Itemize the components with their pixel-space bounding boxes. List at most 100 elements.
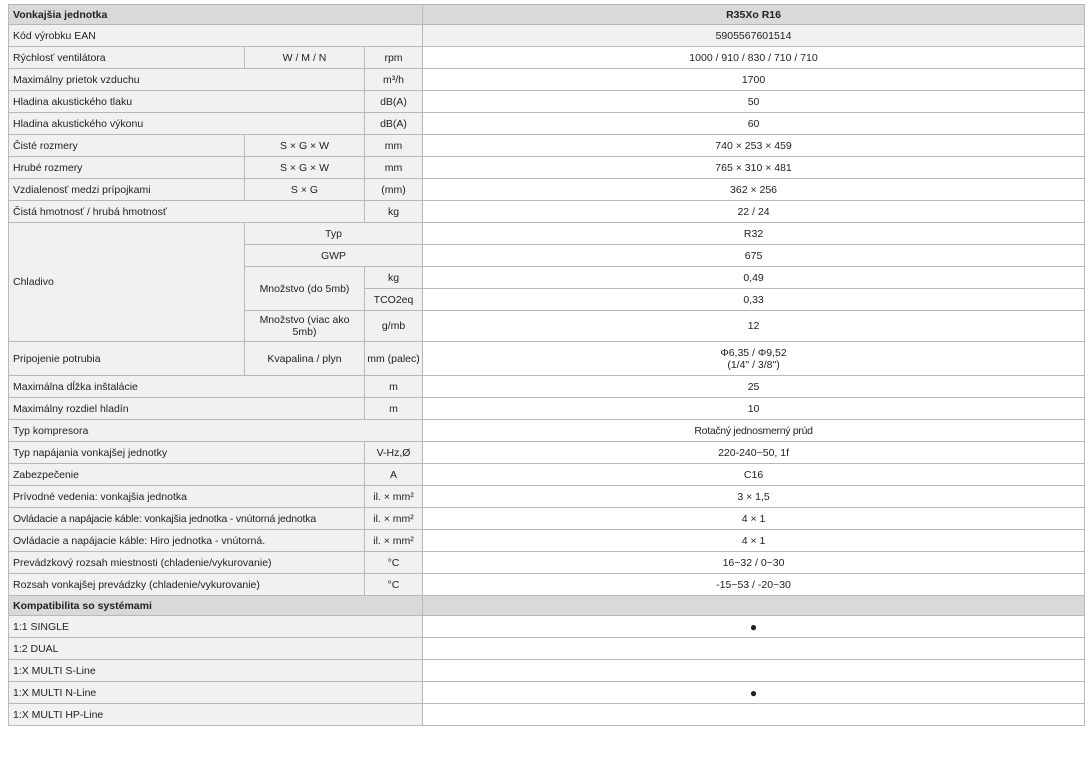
row-label: Rýchlosť ventilátora (8, 46, 245, 69)
refrigerant-qty-tco-unit: TCO2eq (363, 288, 424, 311)
row-unit: m (363, 397, 424, 420)
table-row: 1:X MULTI HP-Line (7, 703, 1086, 726)
row-label: Hladina akustického tlaku (8, 90, 365, 113)
row-sub: S × G × W (244, 134, 365, 157)
spec-table: Vonkajšia jednotka R35Xo R16 Kód výrobku… (7, 4, 1086, 726)
table-row: Ovládacie a napájacie káble: Hiro jednot… (8, 529, 1086, 552)
table-row: Chladivo Typ R32 (8, 222, 1086, 342)
row-label: Zabezpečenie (8, 463, 365, 486)
row-sub: Kvapalina / plyn (244, 341, 365, 376)
row-label: Pripojenie potrubia (8, 341, 245, 376)
refrigerant-type-value: R32 (422, 222, 1086, 245)
row-value: 4 × 1 (422, 507, 1086, 530)
row-value: 10 (422, 397, 1086, 420)
row-value: 740 × 253 × 459 (422, 134, 1086, 157)
row-label: Typ napájania vonkajšej jednotky (8, 441, 365, 464)
table-row: 1:X MULTI S-Line (7, 659, 1086, 682)
row-sub: S × G × W (244, 156, 365, 179)
compat-bullet (422, 703, 1086, 726)
table-row: 1:X MULTI N-Line ● (7, 681, 1086, 704)
refrigerant-gwp-label: GWP (243, 244, 424, 267)
compat-label: 1:X MULTI N-Line (7, 681, 424, 704)
row-label: Kód výrobku EAN (7, 24, 424, 47)
compat-header-blank (422, 595, 1086, 616)
table-row: Maximálny prietok vzduchu m³/h 1700 (8, 68, 1086, 91)
table-row: Pripojenie potrubia Kvapalina / plyn mm … (8, 341, 1086, 376)
table-row: Prívodné vedenia: vonkajšia jednotka il.… (8, 485, 1086, 508)
header-row: Vonkajšia jednotka R35Xo R16 (7, 4, 1086, 25)
row-value: Φ6,35 / Φ9,52 (1/4" / 3/8") (422, 341, 1086, 376)
table-row: Rýchlosť ventilátora W / M / N rpm 1000 … (8, 46, 1086, 69)
table-row: Prevádzkový rozsah miestnosti (chladenie… (8, 551, 1086, 574)
row-label: Rozsah vonkajšej prevádzky (chladenie/vy… (8, 573, 365, 596)
table-row: Vzdialenosť medzi prípojkami S × G (mm) … (8, 178, 1086, 201)
row-label: Čisté rozmery (8, 134, 245, 157)
row-unit: A (363, 463, 424, 486)
compat-label: 1:1 SINGLE (7, 615, 424, 638)
row-label: Prívodné vedenia: vonkajšia jednotka (8, 485, 365, 508)
row-label: Ovládacie a napájacie káble: Hiro jednot… (8, 529, 365, 552)
row-unit: (mm) (363, 178, 424, 201)
row-unit: °C (363, 573, 424, 596)
row-label: Vzdialenosť medzi prípojkami (8, 178, 245, 201)
row-value: 765 × 310 × 481 (422, 156, 1086, 179)
compat-label: 1:2 DUAL (7, 637, 424, 660)
table-row: Zabezpečenie A C16 (8, 463, 1086, 486)
row-unit: il. × mm² (363, 485, 424, 508)
row-unit: mm (363, 156, 424, 179)
row-value: 22 / 24 (422, 200, 1086, 223)
row-label: Typ kompresora (7, 419, 424, 442)
row-value: 362 × 256 (422, 178, 1086, 201)
table-row: Rozsah vonkajšej prevádzky (chladenie/vy… (8, 573, 1086, 596)
row-value: 3 × 1,5 (422, 485, 1086, 508)
row-value: 220-240~50, 1f (422, 441, 1086, 464)
refrigerant-qty-kg-unit: kg (363, 266, 424, 289)
row-label: Hrubé rozmery (8, 156, 245, 179)
row-unit: dB(A) (363, 112, 424, 135)
row-value: 5905567601514 (422, 24, 1086, 47)
row-value: 4 × 1 (422, 529, 1086, 552)
table-row: Hrubé rozmery S × G × W mm 765 × 310 × 4… (8, 156, 1086, 179)
table-row: Čistá hmotnosť / hrubá hmotnosť kg 22 / … (8, 200, 1086, 223)
row-label: Maximálny prietok vzduchu (8, 68, 365, 91)
row-label: Maximálna dĺžka inštalácie (8, 375, 365, 398)
row-unit: mm (palec) (363, 341, 424, 376)
row-value: -15~53 / -20~30 (422, 573, 1086, 596)
compat-bullet (422, 659, 1086, 682)
row-sub: W / M / N (244, 46, 365, 69)
table-row: Maximálna dĺžka inštalácie m 25 (8, 375, 1086, 398)
table-row: Typ napájania vonkajšej jednotky V-Hz,Ø … (8, 441, 1086, 464)
row-value: C16 (422, 463, 1086, 486)
table-title: Vonkajšia jednotka (7, 4, 424, 25)
table-row: Čisté rozmery S × G × W mm 740 × 253 × 4… (8, 134, 1086, 157)
row-value: 1000 / 910 / 830 / 710 / 710 (422, 46, 1086, 69)
row-label: Ovládacie a napájacie káble: vonkajšia j… (8, 507, 365, 530)
compat-label: 1:X MULTI HP-Line (7, 703, 424, 726)
compat-header-row: Kompatibilita so systémami (7, 595, 1086, 616)
table-row: 1:1 SINGLE ● (7, 615, 1086, 638)
table-row: Maximálny rozdiel hladín m 10 (8, 397, 1086, 420)
row-label: Prevádzkový rozsah miestnosti (chladenie… (8, 551, 365, 574)
compat-bullet: ● (422, 615, 1086, 638)
row-sub: S × G (244, 178, 365, 201)
refrigerant-qty-kg-value: 0,49 (422, 266, 1086, 289)
piping-value-line2: (1/4" / 3/8") (727, 358, 780, 371)
row-unit: mm (363, 134, 424, 157)
compat-bullet: ● (422, 681, 1086, 704)
model-name: R35Xo R16 (422, 4, 1086, 25)
row-label: Hladina akustického výkonu (8, 112, 365, 135)
row-unit: m³/h (363, 68, 424, 91)
refrigerant-label: Chladivo (8, 222, 245, 342)
row-unit: il. × mm² (363, 529, 424, 552)
compat-title: Kompatibilita so systémami (7, 595, 424, 616)
row-label: Čistá hmotnosť / hrubá hmotnosť (8, 200, 365, 223)
row-value: 60 (422, 112, 1086, 135)
row-value: 16~32 / 0~30 (422, 551, 1086, 574)
refrigerant-extra-unit: g/mb (363, 310, 424, 342)
row-label: Maximálny rozdiel hladín (8, 397, 365, 420)
table-row: 1:2 DUAL (7, 637, 1086, 660)
refrigerant-qty-tco-value: 0,33 (422, 288, 1086, 311)
refrigerant-gwp-value: 675 (422, 244, 1086, 267)
row-value: Rotačný jednosmerný prúd (422, 419, 1086, 442)
row-unit: kg (363, 200, 424, 223)
